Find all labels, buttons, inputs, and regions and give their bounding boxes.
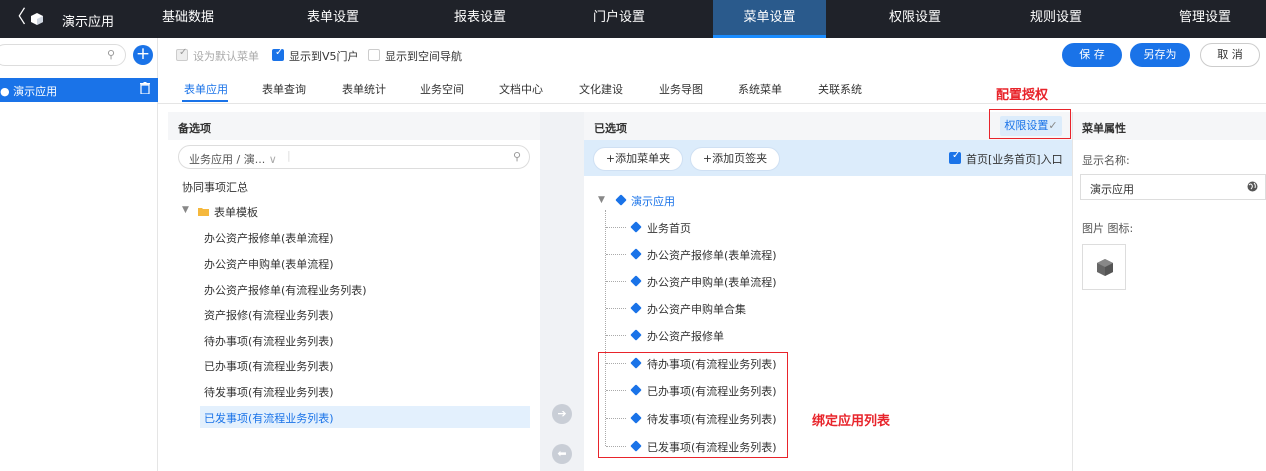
icon-label: 图片 图标: [1082,222,1134,235]
search-icon: ⚲ [106,48,115,61]
selected-tree-item[interactable]: 办公资产报修单(表单流程) [647,247,777,263]
properties-header: 菜单属性 [1073,112,1266,140]
tab-form-app[interactable]: 表单应用 [184,81,228,97]
add-tab-folder-button[interactable]: +添加页签夹 [690,147,780,171]
selected-title: 已选项 [594,122,627,135]
nav-admin-settings[interactable]: 管理设置 [1166,0,1244,38]
top-navigation-bar: 〈 演示应用 基础数据 表单设置 报表设置 门户设置 菜单设置 权限设置 规则设… [0,0,1266,38]
selected-tree-item[interactable]: 办公资产申购单(表单流程) [647,274,777,290]
candidates-search-input[interactable]: 业务应用 / 演... ∨ | ⚲ [178,145,530,169]
app-tree-item-label: ● 演示应用 [0,85,58,98]
app-search-input[interactable]: ⚲ [0,44,126,66]
bind-list-annotation: 绑定应用列表 [812,414,891,429]
cancel-button[interactable]: 取 消 [1200,43,1260,67]
category-filter-select[interactable]: 业务应用 / 演... ∨ [189,151,277,167]
nav-rule-settings[interactable]: 规则设置 [1020,0,1092,38]
menu-icon-picker[interactable] [1082,244,1126,290]
config-auth-annotation: 配置授权 [996,88,1049,103]
back-icon[interactable]: 〈 [8,8,26,28]
tree-branch [606,308,626,309]
filter-divider: | [287,149,291,162]
properties-title: 菜单属性 [1082,122,1126,135]
selected-tree-item[interactable]: 办公资产报修单 [647,328,724,344]
tab-form-stats[interactable]: 表单统计 [342,81,386,97]
nav-report-settings[interactable]: 报表设置 [442,0,518,38]
v5-portal-label: 显示到V5门户 [289,50,359,63]
tree-branch [606,281,626,282]
selected-tree-item[interactable]: 办公资产申购单合集 [647,301,746,317]
candidate-item[interactable]: 待发事项(有流程业务列表) [204,384,334,400]
trash-icon[interactable] [140,82,150,94]
tab-culture[interactable]: 文化建设 [579,81,623,97]
chevron-down-icon[interactable]: ▼ [182,205,189,215]
tab-system-menu[interactable]: 系统菜单 [738,81,782,97]
tab-linked-system[interactable]: 关联系统 [818,81,862,97]
selected-tree-item[interactable]: 业务首页 [647,220,691,236]
default-menu-checkbox[interactable]: ✓ [176,47,188,61]
group-label-summary[interactable]: 协同事项汇总 [182,179,248,195]
default-menu-label: 设为默认菜单 [193,50,259,63]
tab-business-map[interactable]: 业务导图 [659,81,703,97]
space-nav-label: 显示到空间导航 [385,50,462,63]
tab-form-query[interactable]: 表单查询 [262,81,306,97]
app-title: 演示应用 [62,15,115,30]
candidate-item[interactable]: 待办事项(有流程业务列表) [204,333,334,349]
active-tab-underline [182,100,228,102]
display-name-input[interactable]: 演示应用 [1080,174,1266,200]
app-list-panel [0,38,158,471]
app-tree-item-selected[interactable]: ● 演示应用 [0,78,158,102]
space-nav-checkbox[interactable] [368,49,380,61]
candidate-item-selected[interactable]: 已发事项(有流程业务列表) [204,410,334,426]
tree-branch [606,335,626,336]
candidate-item[interactable]: 办公资产报修单(有流程业务列表) [204,282,367,298]
candidate-item[interactable]: 办公资产申购单(表单流程) [204,256,334,272]
menu-category-tabs [158,72,1266,104]
app-cube-icon [31,13,43,25]
display-name-value: 演示应用 [1090,183,1134,196]
folder-form-template[interactable]: 表单模板 [214,204,258,220]
homepage-entry-label: 首页[业务首页]入口 [966,153,1063,166]
candidates-header: 备选项 [168,112,540,140]
move-left-arrow-icon[interactable]: ⬅ [552,444,572,464]
config-auth-highlight-box [989,109,1071,139]
chevron-down-icon[interactable]: ▼ [598,195,605,205]
candidate-item[interactable]: 已办事项(有流程业务列表) [204,358,334,374]
search-icon: ⚲ [513,150,522,163]
display-name-label: 显示名称: [1082,154,1130,167]
tab-document-center[interactable]: 文档中心 [499,81,543,97]
nav-menu-settings[interactable]: 菜单设置 [713,0,826,38]
nav-permission-settings[interactable]: 权限设置 [876,0,954,38]
cube-icon [1097,259,1113,276]
homepage-entry-checkbox[interactable]: ✓ [949,150,961,164]
tree-branch [606,254,626,255]
tree-branch [606,227,626,228]
candidate-item[interactable]: 办公资产报修单(表单流程) [204,230,334,246]
nav-basic-data[interactable]: 基础数据 [152,0,224,38]
tab-business-space[interactable]: 业务空间 [420,81,464,97]
selected-tree-root[interactable]: 演示应用 [631,193,675,209]
v5-portal-checkbox[interactable]: ✓ [272,47,284,61]
move-right-arrow-icon[interactable]: ➔ [552,404,572,424]
add-app-button[interactable]: + [133,45,153,65]
candidates-title: 备选项 [178,122,211,135]
add-menu-folder-button[interactable]: +添加菜单夹 [593,147,683,171]
save-button[interactable]: 保 存 [1062,43,1122,67]
bind-list-highlight-box [598,352,788,458]
folder-icon [198,208,209,216]
save-as-button[interactable]: 另存为 [1130,43,1190,67]
globe-icon[interactable] [1247,181,1258,192]
candidate-item[interactable]: 资产报修(有流程业务列表) [204,307,334,323]
nav-portal-settings[interactable]: 门户设置 [582,0,656,38]
nav-form-settings[interactable]: 表单设置 [292,0,374,38]
